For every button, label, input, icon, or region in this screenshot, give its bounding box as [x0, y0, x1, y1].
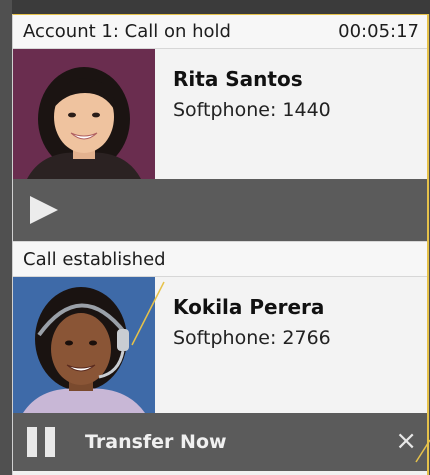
- call1-row[interactable]: Rita Santos Softphone: 1440: [13, 49, 427, 179]
- pause-icon[interactable]: [27, 425, 61, 459]
- softphone-window: Account 1: Call on hold 00:05:17 Rita Sa…: [0, 0, 430, 475]
- call2-controls: Transfer Now ×: [13, 413, 427, 471]
- call2-status: Call established: [23, 248, 166, 270]
- call1-number: Softphone: 1440: [173, 99, 331, 121]
- call1-avatar: [13, 49, 155, 179]
- call1-timer: 00:05:17: [338, 21, 419, 42]
- call2-row[interactable]: Kokila Perera Softphone: 2766: [13, 277, 427, 413]
- call2-name: Kokila Perera: [173, 295, 325, 319]
- background-strip: [0, 0, 430, 14]
- call2-info: Kokila Perera Softphone: 2766: [155, 277, 331, 413]
- background-edge: [0, 0, 12, 475]
- avatar-photo-rita: [13, 49, 155, 179]
- call1-name: Rita Santos: [173, 67, 303, 91]
- avatar-photo-kokila: [13, 277, 155, 413]
- call1-controls: [13, 179, 427, 241]
- close-icon[interactable]: ×: [395, 428, 417, 454]
- call1-info: Rita Santos Softphone: 1440: [155, 49, 331, 179]
- call2-number: Softphone: 2766: [173, 327, 331, 349]
- call1-header: Account 1: Call on hold 00:05:17: [13, 15, 427, 49]
- pause-bar-right: [45, 427, 55, 457]
- call1-status: Account 1: Call on hold: [23, 21, 231, 42]
- calls-panel: Account 1: Call on hold 00:05:17 Rita Sa…: [12, 14, 429, 475]
- play-icon[interactable]: [27, 193, 61, 227]
- call2-avatar: [13, 277, 155, 413]
- pause-bar-left: [27, 427, 37, 457]
- transfer-now-button[interactable]: Transfer Now: [85, 431, 227, 453]
- call2-header: Call established: [13, 241, 427, 277]
